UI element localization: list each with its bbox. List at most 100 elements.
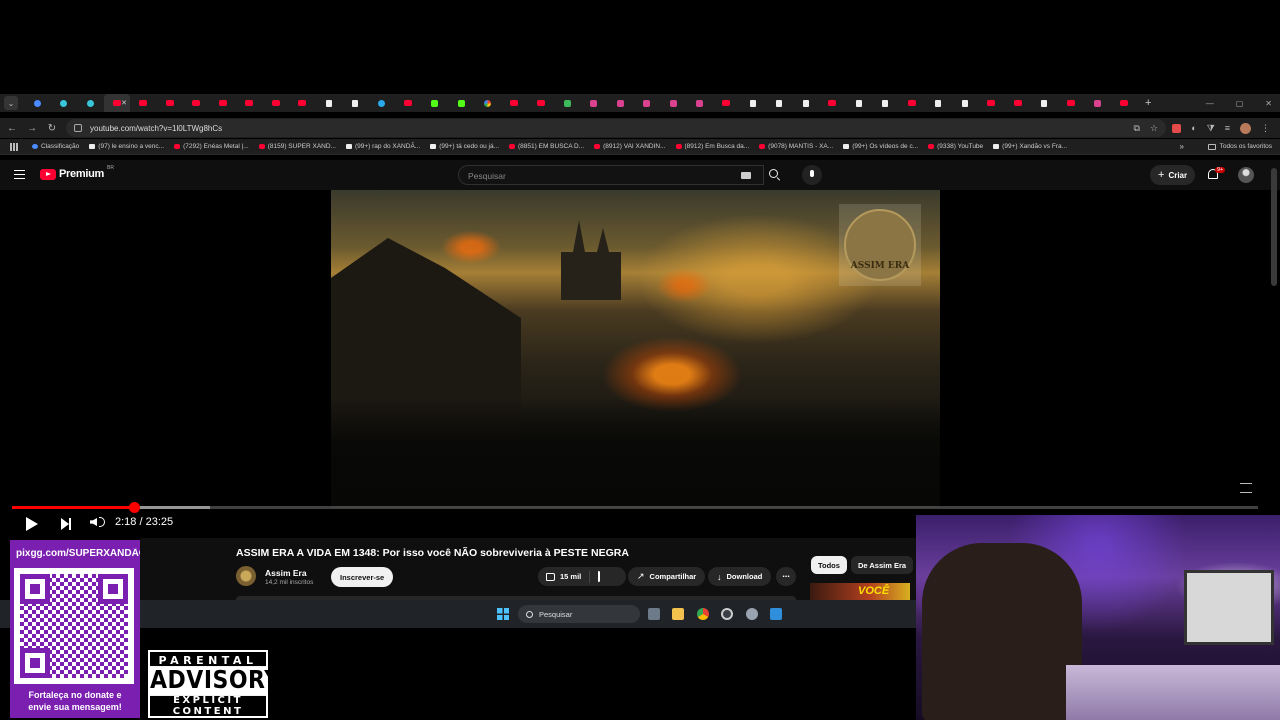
channel-name[interactable]: Assim Era [265,568,307,578]
browser-tab[interactable] [660,94,687,112]
channel-avatar[interactable] [236,566,256,586]
app-taskbar-icon[interactable] [721,608,733,620]
browser-tab[interactable] [634,94,661,112]
browser-tab[interactable] [872,94,899,112]
browser-tab[interactable] [925,94,952,112]
menu-hamburger-icon[interactable] [14,170,25,179]
install-app-icon[interactable]: ⧉ [1133,123,1139,134]
browser-tab[interactable] [448,94,475,112]
bookmark-item[interactable]: Classificação [32,143,79,150]
next-video-icon[interactable] [61,518,71,530]
keyboard-icon[interactable] [741,172,751,179]
media-control-icon[interactable]: ≡ [1225,123,1230,133]
create-button[interactable]: + Criar [1150,165,1196,185]
browser-tab[interactable] [713,94,740,112]
browser-tab[interactable] [342,94,369,112]
browser-tab[interactable] [952,94,979,112]
volume-icon[interactable] [90,518,97,526]
browser-tab[interactable] [978,94,1005,112]
browser-tab[interactable] [157,94,184,112]
address-bar[interactable]: youtube.com/watch?v=1l0LTWg8hCs ⧉ ☆ [66,119,1166,137]
play-icon[interactable] [26,517,38,531]
browser-tab[interactable] [819,94,846,112]
reload-icon[interactable]: ↻ [42,123,62,134]
maximize-icon[interactable]: ▢ [1236,99,1244,108]
youtube-logo[interactable]: Premium BR [40,165,114,180]
minimize-icon[interactable]: — [1206,99,1214,108]
account-avatar[interactable] [1238,167,1254,183]
windows-start-icon[interactable] [497,608,509,620]
bookmark-item[interactable]: (99+) tá cedo ou já... [430,143,499,150]
extensions-puzzle-icon[interactable]: ⧩ [1207,123,1215,134]
browser-tab[interactable] [77,94,104,112]
suggested-video-thumbnail[interactable]: VOCÊ [810,583,910,600]
new-tab-button[interactable]: + [1145,97,1151,109]
browser-tab[interactable] [183,94,210,112]
browser-tab[interactable] [1084,94,1111,112]
task-view-icon[interactable] [648,608,660,620]
browser-tab[interactable] [475,94,502,112]
browser-tab[interactable] [554,94,581,112]
taskbar-search-input[interactable]: Pesquisar [518,605,640,623]
download-button[interactable]: ↓ Download [708,567,772,586]
browser-tab[interactable] [1005,94,1032,112]
bookmark-item[interactable]: (99+) Os vídeos de c... [843,143,918,150]
browser-tab[interactable] [1058,94,1085,112]
page-scrollbar[interactable] [1271,168,1277,286]
browser-tab[interactable] [51,94,78,112]
bookmark-item[interactable]: (8912) VAI XANDIN... [594,143,666,150]
browser-tab[interactable] [289,94,316,112]
bookmark-item[interactable]: (99+) Xandão vs Fra... [993,143,1067,150]
bookmark-item[interactable]: (8851) EM BUSCA D... [509,143,584,150]
browser-tab[interactable] [395,94,422,112]
volume-extension-icon[interactable]: ◐ [1191,123,1196,133]
bookmark-item[interactable]: (9078) MANTIS - XA... [759,143,833,150]
browser-tab[interactable] [316,94,343,112]
browser-tab[interactable] [581,94,608,112]
close-tab-icon[interactable]: ✕ [121,99,127,107]
browser-tab[interactable] [607,94,634,112]
profile-avatar-icon[interactable] [1240,122,1251,134]
bookmark-item[interactable]: (97) le ensino a venc... [89,143,164,150]
close-window-icon[interactable]: ✕ [1265,99,1272,108]
browser-tab[interactable] [210,94,237,112]
browser-tab[interactable] [528,94,555,112]
search-button[interactable] [764,165,788,185]
browser-tab[interactable] [766,94,793,112]
back-icon[interactable]: ← [2,123,22,134]
chrome-taskbar-icon[interactable] [697,608,709,620]
forward-icon[interactable]: → [22,123,42,134]
like-button[interactable]: 15 mil [538,570,591,583]
browser-tab[interactable] [130,94,157,112]
chapters-icon[interactable] [1240,483,1252,493]
browser-tab[interactable] [846,94,873,112]
all-bookmarks-button[interactable]: Todos os favoritos [1207,143,1272,150]
bookmark-item[interactable]: (7292) Enéas Metal |... [174,143,249,150]
share-button[interactable]: ↗ Compartilhar [628,567,706,586]
browser-tab[interactable] [1111,94,1138,112]
browser-tab[interactable] [263,94,290,112]
search-input[interactable]: Pesquisar [458,165,764,185]
voice-search-icon[interactable] [802,165,822,185]
more-actions-button[interactable]: ⋯ [776,567,796,586]
extension-icon[interactable] [1172,123,1182,133]
more-bookmarks-icon[interactable]: » [1180,142,1184,151]
chip-all[interactable]: Todos [811,556,847,574]
browser-tab[interactable] [501,94,528,112]
bookmark-item[interactable]: (99+) rap do XANDÃ... [345,143,420,150]
settings-taskbar-icon[interactable] [746,608,758,620]
site-info-icon[interactable] [74,124,82,132]
browser-tab[interactable] [687,94,714,112]
browser-tab[interactable]: ✕ [103,94,130,112]
file-explorer-icon[interactable] [672,608,684,620]
snipping-tool-icon[interactable] [770,608,782,620]
chrome-menu-icon[interactable]: ⋮ [1261,123,1270,134]
progress-scrubber-handle[interactable] [129,502,140,513]
browser-tab[interactable] [793,94,820,112]
video-player[interactable]: ASSIM ERA 2:18 / 23:25 [0,190,1270,538]
browser-tab[interactable] [1031,94,1058,112]
chip-from-channel[interactable]: De Assim Era [851,556,914,574]
subscribe-button[interactable]: Inscrever-se [331,567,394,587]
bookmark-star-icon[interactable]: ☆ [1150,123,1158,134]
browser-tab[interactable] [422,94,449,112]
